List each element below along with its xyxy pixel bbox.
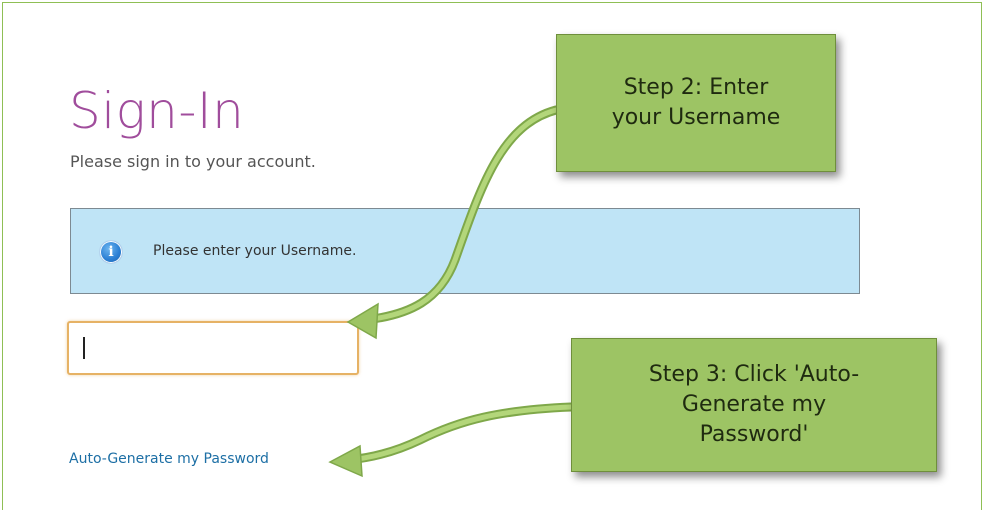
page-title: Sign-In [69, 82, 245, 140]
page-subtitle: Please sign in to your account. [70, 152, 316, 171]
auto-generate-password-link[interactable]: Auto-Generate my Password [69, 452, 269, 466]
info-message-box: i Please enter your Username. [70, 208, 860, 294]
callout-step2: Step 2: Enter your Username [556, 34, 836, 172]
info-message-text: Please enter your Username. [153, 243, 357, 259]
username-input[interactable] [67, 321, 359, 375]
info-icon: i [99, 240, 123, 264]
callout-step3: Step 3: Click 'Auto- Generate my Passwor… [571, 338, 937, 472]
text-caret [83, 337, 85, 359]
